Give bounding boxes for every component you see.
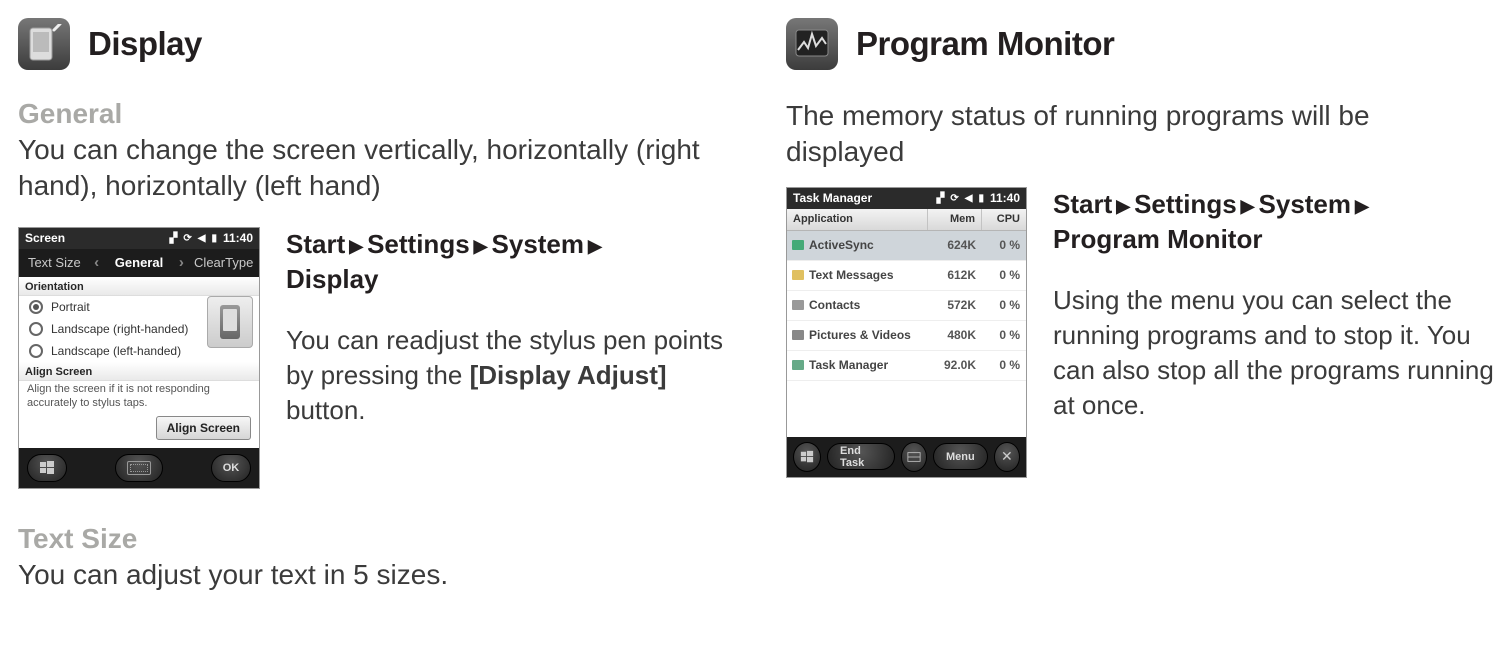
bc2-program-monitor: Program Monitor <box>1053 224 1262 254</box>
close-button[interactable]: ✕ <box>994 442 1020 472</box>
battery-icon: ▮ <box>211 233 217 244</box>
shot2-time: 11:40 <box>990 191 1020 205</box>
end-task-button[interactable]: End Task <box>827 443 895 470</box>
volume-icon: ◀ <box>965 193 973 204</box>
shot1-title: Screen <box>25 231 65 245</box>
general-heading: General <box>18 98 726 130</box>
tab-chevron-right-icon: › <box>174 254 188 271</box>
radio-landscape-left-label: Landscape (left-handed) <box>51 344 181 358</box>
start-button[interactable] <box>27 454 67 482</box>
app-icon <box>787 268 809 282</box>
app-mem: 572K <box>928 298 982 312</box>
display-section-title: Display <box>88 25 202 63</box>
shot1-time: 11:40 <box>223 231 253 245</box>
app-name: Contacts <box>809 298 928 312</box>
task-row[interactable]: ActiveSync624K0 % <box>787 231 1026 261</box>
align-screen-text: Align the screen if it is not responding… <box>19 381 259 417</box>
display-instruction-post: button. <box>286 395 366 425</box>
app-name: Pictures & Videos <box>809 328 928 342</box>
tab-general[interactable]: General <box>104 255 175 270</box>
textsize-body: You can adjust your text in 5 sizes. <box>18 557 726 593</box>
keyboard-button[interactable] <box>115 454 163 482</box>
display-instruction-bold: [Display Adjust] <box>470 360 667 390</box>
radio-portrait[interactable]: Portrait <box>19 296 207 318</box>
program-monitor-breadcrumb: Start▶Settings▶System▶Program Monitor <box>1053 187 1494 257</box>
program-monitor-instruction: Using the menu you can select the runnin… <box>1053 283 1494 423</box>
program-monitor-app-icon <box>786 18 838 70</box>
col-mem[interactable]: Mem <box>928 209 982 230</box>
ok-button[interactable]: OK <box>211 454 251 482</box>
align-screen-label: Align Screen <box>19 362 259 381</box>
bc2-start: Start <box>1053 189 1112 219</box>
tab-text-size[interactable]: Text Size <box>19 255 90 270</box>
app-icon <box>787 358 809 372</box>
program-monitor-section-header: Program Monitor <box>786 18 1494 70</box>
radio-landscape-left[interactable]: Landscape (left-handed) <box>19 340 207 362</box>
bc2-settings: Settings <box>1134 189 1237 219</box>
program-monitor-section-title: Program Monitor <box>856 25 1114 63</box>
task-row[interactable]: Contacts572K0 % <box>787 291 1026 321</box>
start-button[interactable] <box>793 442 821 472</box>
orientation-preview-icon <box>207 296 253 348</box>
radio-portrait-label: Portrait <box>51 300 90 314</box>
app-icon <box>787 238 809 252</box>
tab-chevron-left-icon: ‹ <box>90 254 104 271</box>
bc-display: Display <box>286 264 379 294</box>
task-row[interactable]: Text Messages612K0 % <box>787 261 1026 291</box>
sync-icon: ⟳ <box>950 193 958 204</box>
app-cpu: 0 % <box>982 328 1026 342</box>
shot2-title: Task Manager <box>793 191 872 205</box>
col-cpu[interactable]: CPU <box>982 209 1026 230</box>
app-name: Task Manager <box>809 358 928 372</box>
program-monitor-intro: The memory status of running programs wi… <box>786 98 1494 171</box>
tab-cleartype[interactable]: ClearType <box>188 255 259 270</box>
signal-icon: ▞ <box>937 193 945 204</box>
display-app-icon <box>18 18 70 70</box>
app-cpu: 0 % <box>982 298 1026 312</box>
app-cpu: 0 % <box>982 238 1026 252</box>
battery-icon: ▮ <box>978 193 984 204</box>
sync-icon: ⟳ <box>183 233 191 244</box>
signal-icon: ▞ <box>170 233 178 244</box>
app-cpu: 0 % <box>982 358 1026 372</box>
bc-start: Start <box>286 229 345 259</box>
app-icon <box>787 328 809 342</box>
task-row[interactable]: Task Manager92.0K0 % <box>787 351 1026 381</box>
app-mem: 612K <box>928 268 982 282</box>
textsize-heading: Text Size <box>18 523 726 555</box>
general-body: You can change the screen vertically, ho… <box>18 132 726 205</box>
orientation-label: Orientation <box>19 277 259 296</box>
bc-settings: Settings <box>367 229 470 259</box>
task-row[interactable]: Pictures & Videos480K0 % <box>787 321 1026 351</box>
app-cpu: 0 % <box>982 268 1026 282</box>
radio-landscape-right[interactable]: Landscape (right-handed) <box>19 318 207 340</box>
bc2-system: System <box>1259 189 1352 219</box>
radio-landscape-right-label: Landscape (right-handed) <box>51 322 188 336</box>
volume-icon: ◀ <box>198 233 206 244</box>
app-name: Text Messages <box>809 268 928 282</box>
task-manager-screenshot: Task Manager ▞ ⟳ ◀ ▮ 11:40 Application M… <box>786 187 1027 478</box>
app-icon <box>787 298 809 312</box>
align-screen-button[interactable]: Align Screen <box>156 416 251 440</box>
col-application[interactable]: Application <box>787 209 928 230</box>
menu-button[interactable]: Menu <box>933 443 988 470</box>
switch-button[interactable] <box>901 442 927 472</box>
display-instruction: You can readjust the stylus pen points b… <box>286 323 726 428</box>
display-breadcrumb: Start▶Settings▶System▶Display <box>286 227 726 297</box>
app-mem: 624K <box>928 238 982 252</box>
app-mem: 92.0K <box>928 358 982 372</box>
bc-system: System <box>492 229 585 259</box>
app-mem: 480K <box>928 328 982 342</box>
display-section-header: Display <box>18 18 726 70</box>
app-name: ActiveSync <box>809 238 928 252</box>
display-settings-screenshot: Screen ▞ ⟳ ◀ ▮ 11:40 Text Size ‹ General <box>18 227 260 490</box>
